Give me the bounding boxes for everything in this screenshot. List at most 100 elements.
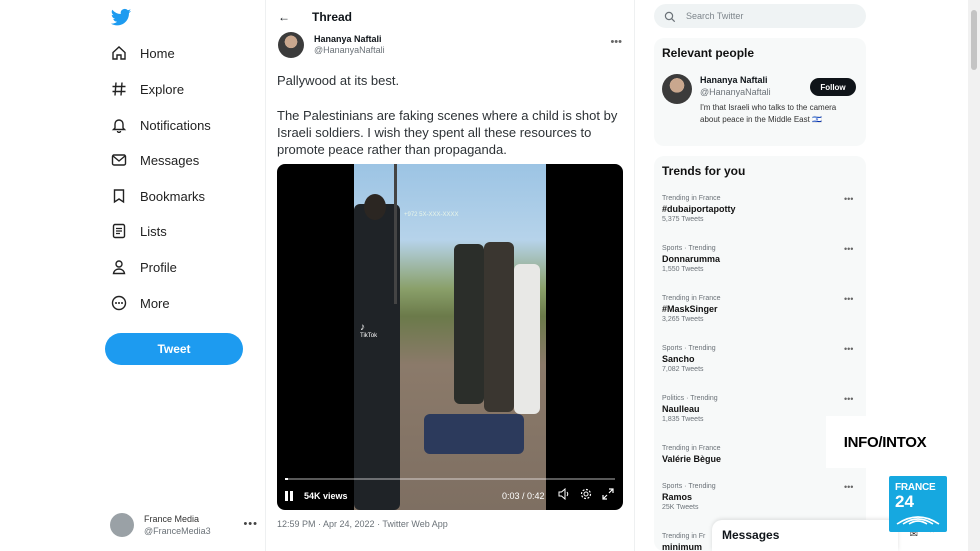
author-name[interactable]: Hananya Naftali [314, 34, 385, 45]
channel-logo-number: 24 [895, 492, 914, 511]
more-dots-icon[interactable]: ••• [844, 344, 853, 354]
bookmark-icon [110, 187, 128, 205]
trend-name[interactable]: #dubaiportapotty [662, 203, 862, 215]
video-player[interactable]: +972 5X-XXX-XXXX ♪ TikTok 54K views 0:03… [277, 164, 623, 510]
left-sidebar: Home Explore Notifications Messages Book… [100, 0, 260, 551]
nav-label: Bookmarks [140, 188, 206, 204]
nav-more[interactable]: More [110, 291, 170, 315]
search-box[interactable] [654, 4, 866, 28]
tweet-author[interactable]: Hananya Naftali @HananyaNaftali [278, 32, 385, 58]
tweet-text-body: The Palestinians are faking scenes where… [277, 108, 618, 157]
figure-silhouette [484, 242, 514, 412]
nav-home[interactable]: Home [110, 41, 175, 65]
video-time: 0:03 / 0:42 [502, 491, 545, 501]
figure-silhouette [454, 244, 484, 404]
person-bio: I'm that Israeli who talks to the camera… [700, 103, 837, 124]
fullscreen-icon[interactable] [601, 488, 615, 502]
video-progress[interactable] [285, 478, 615, 480]
more-dots-icon[interactable]: ••• [243, 518, 258, 530]
messages-title[interactable]: Messages [722, 528, 779, 542]
trend-count: 3,265 Tweets [662, 316, 704, 323]
person-icon [110, 258, 128, 276]
trend-context: Sports · Trending [662, 483, 716, 490]
trend-name[interactable]: Donnarumma [662, 253, 862, 265]
person-handle[interactable]: @HananyaNaftali [700, 87, 771, 97]
tweet-button[interactable]: Tweet [105, 333, 243, 365]
search-input[interactable] [686, 11, 836, 21]
twitter-bird-icon[interactable] [110, 8, 132, 28]
pause-icon[interactable] [285, 491, 295, 501]
nav-lists[interactable]: Lists [110, 219, 167, 243]
scrollbar[interactable] [968, 0, 980, 551]
panel-title: Trends for you [662, 164, 746, 178]
trend-name[interactable]: Sancho [662, 353, 862, 365]
home-icon [110, 44, 128, 62]
trend-item[interactable]: Trending in France #MaskSinger 3,265 Twe… [662, 294, 862, 325]
settings-gear-icon[interactable] [579, 488, 593, 502]
trends-panel: Trends for you Trending in France #dubai… [654, 156, 866, 551]
figure-silhouette [514, 264, 540, 414]
more-dots-icon[interactable]: ••• [844, 394, 853, 404]
trend-count: 7,082 Tweets [662, 366, 704, 373]
trend-count: 1,550 Tweets [662, 266, 704, 273]
envelope-icon [110, 151, 128, 169]
trend-context: Sports · Trending [662, 345, 716, 352]
hashtag-icon [110, 80, 128, 98]
scrollbar-thumb[interactable] [971, 10, 977, 70]
nav-profile[interactable]: Profile [110, 255, 177, 279]
figure-on-ground [424, 414, 524, 454]
nav-label: Messages [140, 152, 200, 168]
back-arrow-icon[interactable]: ← [278, 10, 292, 24]
messages-drawer[interactable]: Messages ✉ ⌃ [712, 520, 936, 551]
screen: Home Explore Notifications Messages Book… [0, 0, 980, 551]
trend-name[interactable]: Ramos [662, 491, 862, 503]
more-dots-icon[interactable]: ••• [844, 194, 853, 204]
trend-item[interactable]: Trending in France #dubaiportapotty 5,37… [662, 194, 862, 225]
volume-icon[interactable] [557, 487, 571, 502]
nav-bookmarks[interactable]: Bookmarks [110, 184, 205, 208]
avatar[interactable] [662, 74, 692, 104]
more-circle-icon [110, 294, 128, 312]
main-column: ← Thread Hananya Naftali @HananyaNaftali… [265, 0, 635, 551]
follow-button[interactable]: Follow [810, 78, 856, 96]
nav-label: Lists [140, 223, 167, 239]
bell-icon [110, 116, 128, 134]
nav-messages[interactable]: Messages [110, 148, 199, 172]
trend-count: 25K Tweets [662, 504, 699, 511]
person-name[interactable]: Hananya Naftali [700, 75, 768, 85]
trend-context: Politics · Trending [662, 395, 718, 402]
show-logo: INFO/INTOX [826, 416, 944, 468]
trend-item[interactable]: Sports · Trending Sancho 7,082 Tweets ••… [662, 344, 862, 375]
author-handle[interactable]: @HananyaNaftali [314, 45, 385, 56]
nav-label: Profile [140, 259, 177, 275]
video-controls: 54K views 0:03 / 0:42 [277, 482, 623, 510]
tweet-text-line: Pallywood at its best. [277, 73, 400, 88]
account-name: France Media [144, 514, 200, 524]
account-switcher[interactable]: France Media @FranceMedia3 ••• [110, 510, 260, 540]
nav-explore[interactable]: Explore [110, 77, 184, 101]
trend-count: 5,375 Tweets [662, 216, 704, 223]
relevant-people-panel: Relevant people Hananya Naftali @Hananya… [654, 38, 866, 146]
more-dots-icon[interactable]: ••• [844, 244, 853, 254]
avatar[interactable] [278, 32, 304, 58]
trend-name[interactable]: #MaskSinger [662, 303, 862, 315]
right-sidebar: Relevant people Hananya Naftali @Hananya… [652, 0, 874, 551]
channel-logo: FRANCE 24 [889, 476, 947, 532]
account-handle: @FranceMedia3 [144, 526, 211, 536]
trend-item[interactable]: Sports · Trending Ramos 25K Tweets ••• [662, 482, 862, 513]
more-dots-icon[interactable]: ••• [610, 36, 622, 48]
more-dots-icon[interactable]: ••• [844, 294, 853, 304]
video-watermark: +972 5X-XXX-XXXX [404, 212, 459, 218]
view-count: 54K views [304, 491, 348, 501]
more-dots-icon[interactable]: ••• [844, 482, 853, 492]
figure-head [364, 194, 386, 220]
nav-label: Home [140, 45, 175, 61]
nav-label: More [140, 295, 170, 311]
trend-name[interactable]: Naulleau [662, 403, 862, 415]
page-title: Thread [312, 10, 353, 24]
nav-notifications[interactable]: Notifications [110, 113, 211, 137]
trend-item[interactable]: Sports · Trending Donnarumma 1,550 Tweet… [662, 244, 862, 275]
panel-title: Relevant people [662, 46, 755, 60]
video-frame: +972 5X-XXX-XXXX ♪ TikTok [354, 164, 546, 510]
list-icon [110, 222, 128, 240]
